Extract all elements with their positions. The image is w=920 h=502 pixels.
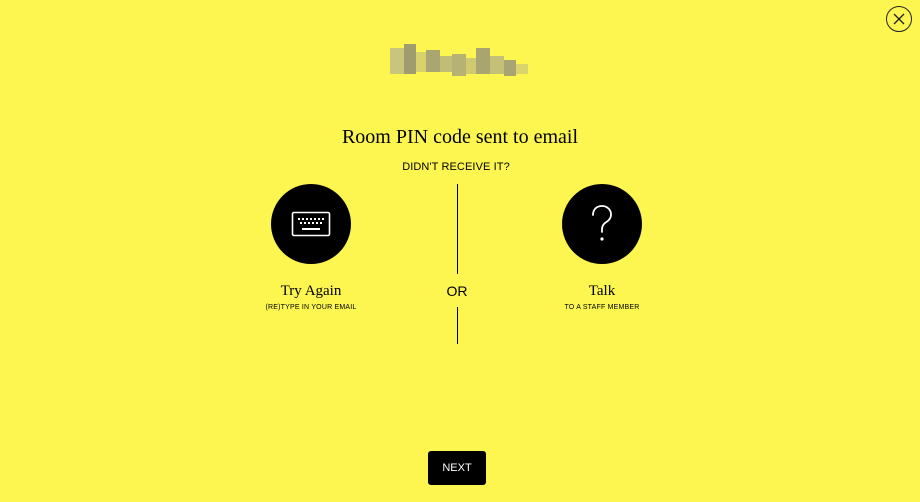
- next-button[interactable]: NEXT: [428, 451, 486, 485]
- divider-bottom: [457, 307, 459, 344]
- question-mark-icon: [592, 205, 612, 241]
- close-button[interactable]: [886, 6, 912, 32]
- try-again-option[interactable]: Try Again (RE)TYPE IN YOUR EMAIL: [211, 184, 411, 313]
- try-again-label: Try Again: [280, 283, 342, 299]
- talk-label: Talk: [588, 283, 616, 299]
- page-subtitle: DIDN'T RECEIVE IT?: [402, 161, 510, 173]
- or-separator: OR: [446, 283, 468, 299]
- try-again-circle[interactable]: [271, 184, 351, 264]
- try-again-sublabel: (RE)TYPE IN YOUR EMAIL: [265, 304, 357, 311]
- keyboard-icon: [291, 211, 331, 237]
- talk-sublabel: TO A STAFF MEMBER: [564, 304, 640, 311]
- blurred-logo: [390, 44, 530, 78]
- page-title: Room PIN code sent to email: [341, 126, 579, 148]
- close-icon: [893, 13, 905, 25]
- divider-top: [457, 184, 459, 274]
- talk-circle[interactable]: [562, 184, 642, 264]
- talk-option[interactable]: Talk TO A STAFF MEMBER: [502, 184, 702, 313]
